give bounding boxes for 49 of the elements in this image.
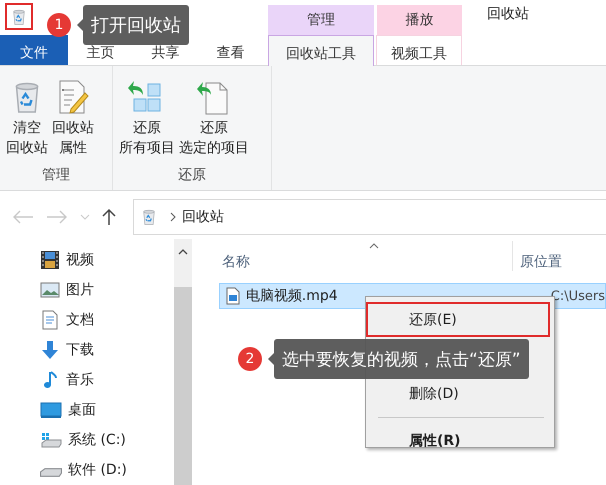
menu-item[interactable]: 删除(D) bbox=[366, 377, 550, 411]
tooltip-pointer bbox=[77, 19, 83, 31]
back-arrow-icon[interactable] bbox=[12, 210, 34, 224]
column-header[interactable]: 原位置 bbox=[520, 253, 562, 271]
chevron-icon bbox=[170, 212, 176, 222]
path-segment[interactable]: 回收站 bbox=[182, 208, 224, 226]
app-icon-outline[interactable] bbox=[5, 3, 33, 30]
desktop-icon bbox=[40, 401, 62, 419]
document-icon bbox=[40, 310, 60, 330]
ribbon-tab[interactable]: 视频工具 bbox=[376, 35, 462, 65]
video-file-icon bbox=[226, 287, 240, 305]
forward-arrow-icon[interactable] bbox=[46, 210, 68, 224]
nav-item[interactable]: 软件 (D:) bbox=[0, 455, 174, 485]
tool-group-header: 播放 bbox=[377, 5, 462, 35]
ribbon-button[interactable]: 回收站 属性 bbox=[50, 66, 96, 158]
step-badge: 1 bbox=[47, 13, 71, 37]
ribbon-group-label: 还原 bbox=[177, 166, 207, 185]
up-arrow-icon[interactable] bbox=[102, 208, 116, 226]
scrollbar[interactable] bbox=[174, 239, 192, 485]
sort-caret-icon bbox=[368, 243, 379, 249]
step-badge: 2 bbox=[238, 347, 262, 371]
tooltip-pointer bbox=[268, 353, 274, 365]
down-arrow-icon bbox=[40, 340, 60, 360]
ribbon-button[interactable]: 清空 回收站 bbox=[4, 66, 50, 158]
nav-item[interactable]: 视频 bbox=[0, 245, 174, 275]
nav-item[interactable]: 下载 bbox=[0, 335, 174, 365]
address-field[interactable]: 回收站 bbox=[133, 199, 606, 235]
ribbon-button[interactable]: 还原 所有项目 bbox=[117, 66, 177, 158]
nav-item[interactable]: 图片 bbox=[0, 275, 174, 305]
ribbon-tab[interactable]: 回收站工具 bbox=[268, 35, 374, 66]
ribbon-group-label: 管理 bbox=[41, 166, 71, 185]
dropdown-caret-icon[interactable] bbox=[80, 214, 90, 220]
picture-icon bbox=[40, 280, 60, 300]
file-menu-tab[interactable]: 文件 bbox=[0, 35, 68, 65]
menu-item[interactable]: 还原(E) bbox=[366, 302, 550, 337]
menu-item[interactable]: 属性(R) bbox=[366, 424, 550, 458]
drive-icon bbox=[40, 468, 62, 477]
nav-item[interactable]: 桌面 bbox=[0, 395, 174, 425]
drive-icon bbox=[40, 430, 62, 450]
ribbon-button[interactable]: 还原 选定的项目 bbox=[177, 66, 251, 158]
nav-item[interactable]: 音乐 bbox=[0, 365, 174, 395]
column-header[interactable]: 名称 bbox=[222, 254, 250, 270]
window-title: 回收站 bbox=[487, 5, 529, 23]
nav-item[interactable]: 系统 (C:) bbox=[0, 425, 174, 455]
film-strip-icon bbox=[40, 250, 60, 270]
tool-group-header: 管理 bbox=[268, 5, 374, 35]
nav-item[interactable]: 文档 bbox=[0, 305, 174, 335]
scrollbar-thumb[interactable] bbox=[174, 287, 192, 485]
scroll-up-icon[interactable] bbox=[178, 249, 188, 255]
